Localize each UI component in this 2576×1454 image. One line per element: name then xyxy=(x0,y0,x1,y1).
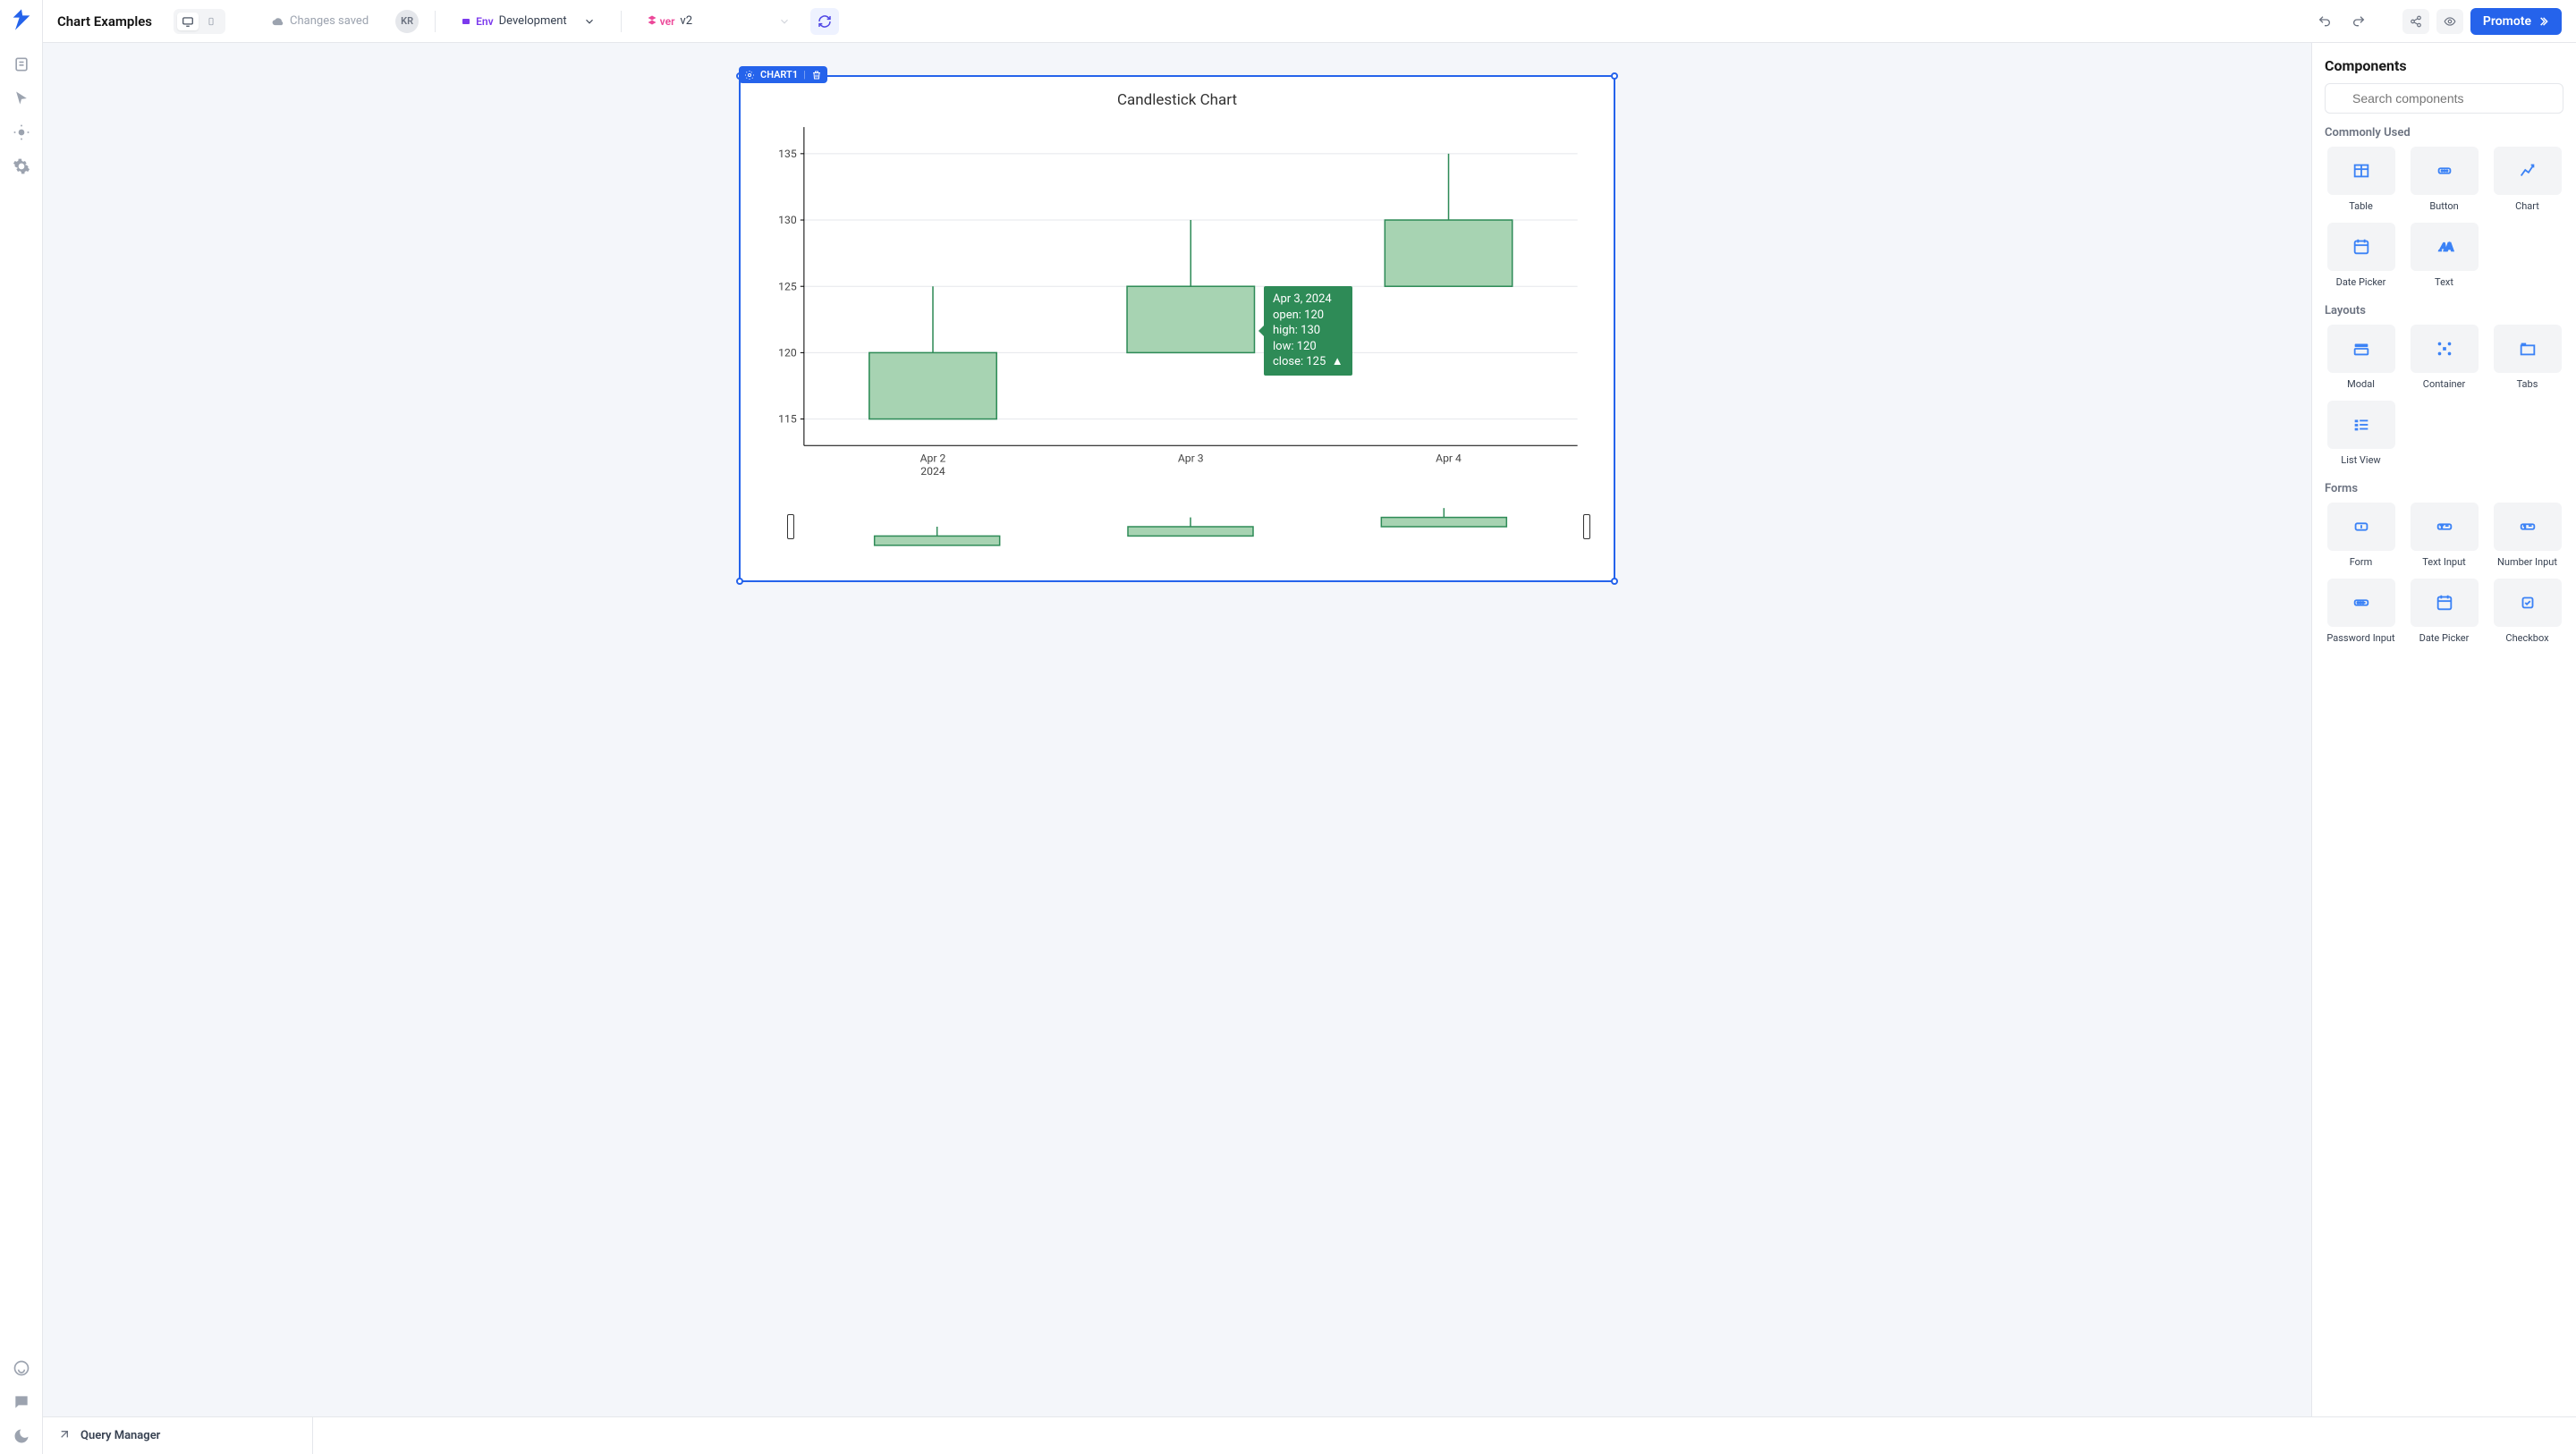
version-selector[interactable]: ver v2 xyxy=(638,9,800,33)
section-label-layouts: Layouts xyxy=(2325,304,2563,317)
left-nav-rail xyxy=(0,0,43,1454)
device-toggle xyxy=(174,9,225,34)
page-title: Chart Examples xyxy=(57,13,152,30)
user-avatar[interactable]: KR xyxy=(395,10,419,33)
svg-text:Apr 3: Apr 3 xyxy=(1178,452,1204,465)
component-tabs[interactable]: Tabs xyxy=(2491,325,2563,390)
panel-heading: Components xyxy=(2325,57,2563,74)
support-icon[interactable] xyxy=(13,1359,30,1377)
chevron-down-icon xyxy=(583,15,596,28)
resize-handle-br[interactable] xyxy=(1611,578,1618,585)
section-label-common: Commonly Used xyxy=(2325,126,2563,139)
resize-handle-tr[interactable] xyxy=(1611,72,1618,80)
promote-button[interactable]: Promote xyxy=(2470,8,2562,35)
svg-text:1: 1 xyxy=(2523,525,2526,530)
chevron-right-icon xyxy=(2537,15,2549,28)
svg-text:135: 135 xyxy=(778,148,797,160)
component-table[interactable]: Table xyxy=(2325,147,2397,212)
svg-text:130: 130 xyxy=(778,214,797,226)
bottom-bar: Query Manager xyxy=(43,1416,2576,1454)
chart-component[interactable]: Candlestick Chart 115 120 125 130 135 Apr 2 Ap… xyxy=(739,75,1615,582)
component-name-label: CHART1 xyxy=(760,69,798,80)
cursor-icon[interactable] xyxy=(13,89,30,107)
component-text-input[interactable]: TText Input xyxy=(2408,503,2480,568)
pages-icon[interactable] xyxy=(13,55,30,73)
svg-text:Apr 2: Apr 2 xyxy=(920,452,946,465)
save-status: Changes saved xyxy=(272,14,369,28)
chevron-down-icon xyxy=(778,15,791,28)
chart-title: Candlestick Chart xyxy=(758,86,1596,118)
top-bar: Chart Examples Changes saved KR Env Deve… xyxy=(43,0,2576,43)
settings-icon[interactable] xyxy=(13,157,30,175)
brush-handle-right[interactable] xyxy=(1583,514,1590,539)
svg-text:120: 120 xyxy=(778,346,797,359)
component-date-picker[interactable]: Date Picker xyxy=(2325,223,2397,288)
section-label-forms: Forms xyxy=(2325,482,2563,495)
svg-text:2024: 2024 xyxy=(920,465,945,478)
chart-range-brush[interactable] xyxy=(758,491,1596,562)
preview-button[interactable] xyxy=(2436,9,2463,34)
chat-icon[interactable] xyxy=(13,1393,30,1411)
desktop-view-button[interactable] xyxy=(177,13,199,30)
gear-icon[interactable] xyxy=(744,70,755,80)
refresh-button[interactable] xyxy=(810,8,839,35)
svg-text:125: 125 xyxy=(778,280,797,292)
component-date-picker-form[interactable]: Date Picker xyxy=(2408,579,2480,644)
query-manager-label[interactable]: Query Manager xyxy=(80,1429,160,1442)
chart-plot[interactable]: 115 120 125 130 135 Apr 2 Apr 3 Apr 4 2024 xyxy=(758,118,1596,482)
canvas-area[interactable]: CHART1 | Candlestick Chart 1151201251301 xyxy=(43,43,2311,1416)
component-button[interactable]: Button xyxy=(2408,147,2480,212)
component-password-input[interactable]: Password Input xyxy=(2325,579,2397,644)
brush-handle-left[interactable] xyxy=(787,514,794,539)
theme-icon[interactable] xyxy=(13,1427,30,1445)
debug-icon[interactable] xyxy=(13,123,30,141)
component-form[interactable]: Form xyxy=(2325,503,2397,568)
share-button[interactable] xyxy=(2402,9,2429,34)
component-checkbox[interactable]: Checkbox xyxy=(2491,579,2563,644)
component-badge[interactable]: CHART1 | xyxy=(739,66,827,83)
cloud-icon xyxy=(272,15,284,28)
component-container[interactable]: Container xyxy=(2408,325,2480,390)
components-panel: Components Commonly Used Table Button Ch… xyxy=(2311,43,2576,1416)
component-number-input[interactable]: 1Number Input xyxy=(2491,503,2563,568)
undo-button[interactable] xyxy=(2311,9,2338,34)
svg-text:A: A xyxy=(2445,241,2453,254)
redo-button[interactable] xyxy=(2345,9,2372,34)
resize-handle-bl[interactable] xyxy=(736,578,743,585)
mobile-view-button[interactable] xyxy=(200,13,222,30)
component-list-view[interactable]: List View xyxy=(2325,401,2397,466)
trash-icon[interactable] xyxy=(811,70,822,80)
component-modal[interactable]: Modal xyxy=(2325,325,2397,390)
svg-text:Apr 4: Apr 4 xyxy=(1436,452,1462,465)
app-logo[interactable] xyxy=(9,7,34,32)
env-selector[interactable]: Env Development xyxy=(452,9,605,33)
svg-text:115: 115 xyxy=(778,413,797,426)
component-chart[interactable]: Chart xyxy=(2491,147,2563,212)
chart-tooltip: Apr 3, 2024 open: 120 high: 130 low: 120… xyxy=(1264,286,1352,376)
search-input[interactable] xyxy=(2325,83,2563,114)
expand-panel-button[interactable] xyxy=(57,1427,72,1445)
component-text[interactable]: AAText xyxy=(2408,223,2480,288)
